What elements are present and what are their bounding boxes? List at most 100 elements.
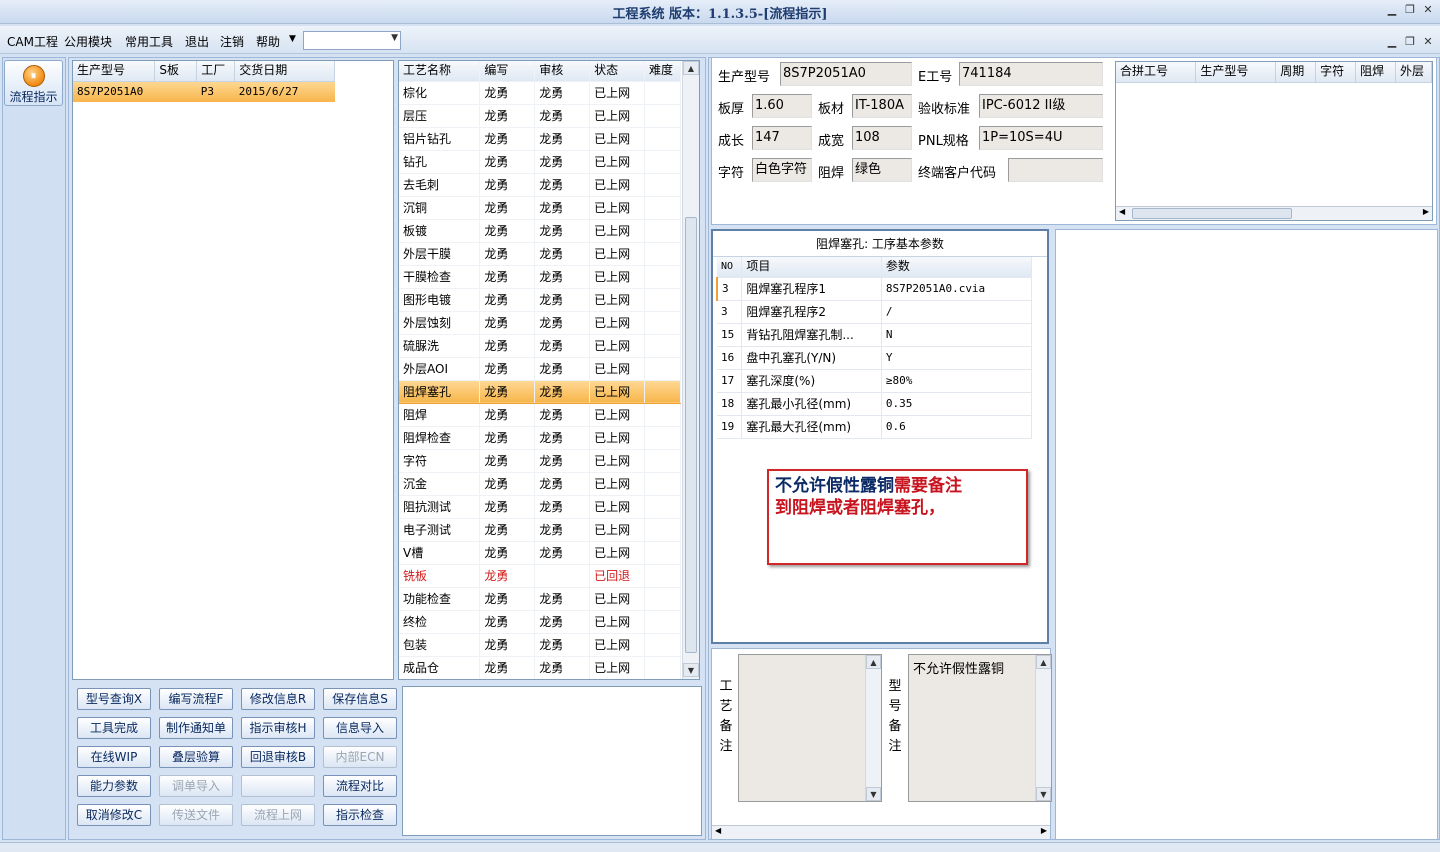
col-combine-model[interactable]: 生产型号 bbox=[1195, 62, 1277, 83]
table-row[interactable]: 18 塞孔最小孔径(mm) 0.35 bbox=[717, 392, 1033, 416]
table-row[interactable]: 棕化 龙勇 龙勇 已上网 bbox=[399, 81, 681, 105]
col-combine-no[interactable]: 合拼工号 bbox=[1116, 62, 1197, 83]
col-no[interactable]: NO bbox=[717, 257, 743, 278]
table-row[interactable]: 阻焊 龙勇 龙勇 已上网 bbox=[399, 403, 681, 427]
mdi-close-icon[interactable]: ✕ bbox=[1420, 34, 1436, 50]
table-row[interactable]: 干膜检查 龙勇 龙勇 已上网 bbox=[399, 265, 681, 289]
table-row[interactable]: 层压 龙勇 龙勇 已上网 bbox=[399, 104, 681, 128]
col-difficulty[interactable]: 难度 bbox=[644, 61, 681, 82]
col-author[interactable]: 编写 bbox=[479, 61, 536, 82]
action-button-2[interactable]: 修改信息R bbox=[241, 688, 315, 710]
flow-guide-button[interactable]: ⏸ 流程指示 bbox=[4, 60, 63, 106]
standard-field[interactable]: IPC-6012 II级 bbox=[979, 94, 1103, 118]
table-row[interactable]: 电子测试 龙勇 龙勇 已上网 bbox=[399, 518, 681, 542]
mdi-restore-icon[interactable]: ❐ bbox=[1402, 34, 1418, 50]
help-dropdown-icon[interactable]: ▼ bbox=[289, 34, 296, 44]
action-button-1[interactable]: 编写流程F bbox=[159, 688, 233, 710]
length-field[interactable]: 147 bbox=[752, 126, 812, 150]
table-row[interactable]: 钻孔 龙勇 龙勇 已上网 bbox=[399, 150, 681, 174]
process-note-field[interactable]: ▲ ▼ bbox=[738, 654, 882, 802]
action-button-6[interactable]: 指示审核H bbox=[241, 717, 315, 739]
col-mask[interactable]: 阻焊 bbox=[1355, 62, 1396, 83]
scroll-left-icon[interactable]: ◀ bbox=[715, 826, 721, 835]
table-row[interactable]: 3 阻焊塞孔程序2/ bbox=[717, 300, 1033, 324]
table-row[interactable]: 铣板 龙勇 已回退 bbox=[399, 564, 681, 588]
customer-code-field[interactable] bbox=[1008, 158, 1103, 182]
mdi-minimize-icon[interactable]: ▁ bbox=[1384, 34, 1400, 50]
col-status[interactable]: 状态 bbox=[589, 61, 645, 82]
width-field[interactable]: 108 bbox=[852, 126, 912, 150]
process-scrollbar[interactable]: ▲ ▼ bbox=[682, 61, 699, 679]
scroll-down-icon[interactable]: ▼ bbox=[1036, 787, 1051, 801]
table-row[interactable]: 15 背钻孔阻焊塞孔制... N bbox=[717, 323, 1033, 347]
table-row[interactable]: 17 塞孔深度(%) ≥80% bbox=[717, 369, 1033, 393]
table-row[interactable]: 阻抗测试 龙勇 龙勇 已上网 bbox=[399, 495, 681, 519]
table-row[interactable]: 沉金 龙勇 龙勇 已上网 bbox=[399, 472, 681, 496]
mask-field[interactable]: 绿色 bbox=[852, 158, 912, 182]
scroll-right-icon[interactable]: ▶ bbox=[1423, 207, 1429, 216]
material-field[interactable]: IT-180A bbox=[852, 94, 912, 118]
thickness-field[interactable]: 1.60 bbox=[752, 94, 812, 118]
scroll-up-icon[interactable]: ▲ bbox=[683, 61, 699, 75]
scroll-right-icon[interactable]: ▶ bbox=[1041, 826, 1047, 835]
table-row[interactable]: 功能检查 龙勇 龙勇 已上网 bbox=[399, 587, 681, 611]
action-button-12[interactable]: 能力参数 bbox=[77, 775, 151, 797]
action-button-0[interactable]: 型号查询X bbox=[77, 688, 151, 710]
table-row[interactable]: 硫脲洗 龙勇 龙勇 已上网 bbox=[399, 334, 681, 358]
menu-common-tools[interactable]: 常用工具 bbox=[125, 33, 173, 50]
menu-combo[interactable]: ▼ bbox=[303, 31, 401, 50]
col-s-board[interactable]: S板 bbox=[154, 61, 198, 82]
action-button-5[interactable]: 制作通知单 bbox=[159, 717, 233, 739]
process-note-scrollbar[interactable]: ▲ ▼ bbox=[865, 655, 881, 801]
menu-exit[interactable]: 退出 bbox=[185, 33, 209, 50]
action-button-18[interactable]: 流程上网 bbox=[241, 804, 315, 826]
menu-logout[interactable]: 注销 bbox=[220, 33, 244, 50]
action-button-16[interactable]: 取消修改C bbox=[77, 804, 151, 826]
close-icon[interactable]: ✕ bbox=[1420, 2, 1436, 18]
table-row[interactable]: 图形电镀 龙勇 龙勇 已上网 bbox=[399, 288, 681, 312]
action-button-14[interactable] bbox=[241, 775, 315, 797]
scroll-left-icon[interactable]: ◀ bbox=[1119, 207, 1125, 216]
table-row[interactable]: V槽 龙勇 龙勇 已上网 bbox=[399, 541, 681, 565]
col-reviewer[interactable]: 审核 bbox=[534, 61, 591, 82]
restore-icon[interactable]: ❐ bbox=[1402, 2, 1418, 18]
col-process-name[interactable]: 工艺名称 bbox=[399, 61, 481, 82]
menu-cam[interactable]: CAM工程 bbox=[7, 33, 58, 50]
table-row[interactable]: 板镀 龙勇 龙勇 已上网 bbox=[399, 219, 681, 243]
col-factory[interactable]: 工厂 bbox=[196, 61, 236, 82]
pnl-field[interactable]: 1P=10S=4U bbox=[979, 126, 1103, 150]
action-button-17[interactable]: 传送文件 bbox=[159, 804, 233, 826]
table-row[interactable]: 19 塞孔最大孔径(mm) 0.6 bbox=[717, 415, 1033, 439]
table-row[interactable]: 包装 龙勇 龙勇 已上网 bbox=[399, 633, 681, 657]
table-row[interactable]: 阻焊检查 龙勇 龙勇 已上网 bbox=[399, 426, 681, 450]
model-field[interactable]: 8S7P2051A0 bbox=[780, 62, 912, 86]
col-outer[interactable]: 外层 bbox=[1395, 62, 1432, 83]
scroll-up-icon[interactable]: ▲ bbox=[1036, 655, 1051, 669]
table-row[interactable]: 成品仓 龙勇 龙勇 已上网 bbox=[399, 656, 681, 679]
notes-hscroll[interactable]: ◀ ▶ bbox=[712, 825, 1050, 839]
action-button-10[interactable]: 回退审核B bbox=[241, 746, 315, 768]
char-field[interactable]: 白色字符 bbox=[752, 158, 812, 182]
scroll-down-icon[interactable]: ▼ bbox=[683, 663, 699, 677]
action-button-3[interactable]: 保存信息S bbox=[323, 688, 397, 710]
table-row[interactable]: 终检 龙勇 龙勇 已上网 bbox=[399, 610, 681, 634]
scroll-down-icon[interactable]: ▼ bbox=[866, 787, 881, 801]
action-button-4[interactable]: 工具完成 bbox=[77, 717, 151, 739]
table-row[interactable]: 16 盘中孔塞孔(Y/N) Y bbox=[717, 346, 1033, 370]
eno-field[interactable]: 741184 bbox=[959, 62, 1103, 86]
action-button-8[interactable]: 在线WIP bbox=[77, 746, 151, 768]
table-row[interactable]: 沉铜 龙勇 龙勇 已上网 bbox=[399, 196, 681, 220]
combine-hscroll-thumb[interactable] bbox=[1132, 208, 1292, 219]
col-item[interactable]: 项目 bbox=[741, 257, 882, 278]
table-row[interactable]: 外层干膜 龙勇 龙勇 已上网 bbox=[399, 242, 681, 266]
table-row[interactable]: 阻焊塞孔 龙勇 龙勇 已上网 bbox=[399, 379, 681, 404]
process-memo[interactable] bbox=[402, 686, 702, 836]
col-delivery-date[interactable]: 交货日期 bbox=[234, 61, 335, 82]
table-row[interactable]: 外层AOI 龙勇 龙勇 已上网 bbox=[399, 357, 681, 381]
action-button-13[interactable]: 调单导入 bbox=[159, 775, 233, 797]
model-note-field[interactable]: 不允许假性露铜 ▲ ▼ bbox=[908, 654, 1052, 802]
table-row[interactable]: 3 阻焊塞孔程序1 8S7P2051A0.cvia bbox=[716, 277, 1033, 301]
table-row[interactable]: 8S7P2051A0 P3 2015/6/27 bbox=[73, 81, 335, 102]
menu-help[interactable]: 帮助 bbox=[256, 33, 280, 50]
table-row[interactable]: 字符 龙勇 龙勇 已上网 bbox=[399, 449, 681, 473]
